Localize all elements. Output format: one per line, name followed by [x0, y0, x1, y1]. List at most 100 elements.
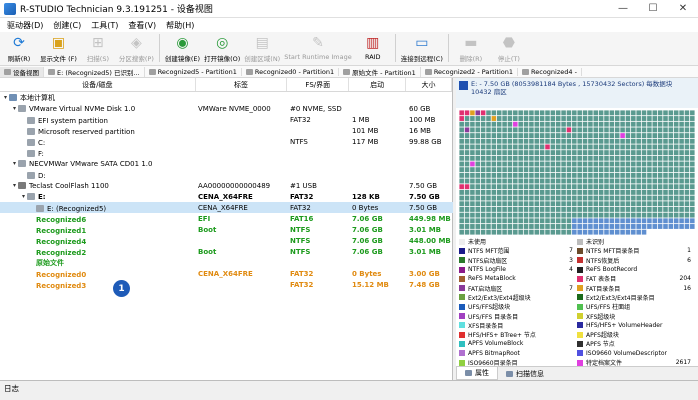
column-header-3[interactable]: 启动: [349, 78, 407, 91]
disk-block: [625, 110, 631, 116]
table-row[interactable]: EFI system partition FAT32 1 MB 100 MB: [0, 114, 453, 125]
disk-block: [631, 229, 636, 235]
disk-block: [518, 144, 523, 150]
disk-block: [657, 195, 663, 201]
disk-block: [593, 195, 599, 201]
legend-label: APFS 节点: [586, 341, 615, 349]
disk-block: [480, 178, 486, 184]
maximize-icon[interactable]: ☐: [638, 0, 668, 18]
table-row[interactable]: ▾ Teclast CoolFlash 1100 AA00000000000489 #…: [0, 180, 453, 191]
table-row[interactable]: ▾ 本地计算机: [0, 92, 453, 103]
disk-block: [690, 229, 695, 235]
legend-swatch: [459, 275, 465, 282]
disk-block: [604, 224, 609, 229]
disk-block: [550, 218, 556, 224]
disk-block: [614, 121, 620, 127]
toolbar-button-6[interactable]: ▤ 创建区域(N): [242, 34, 282, 63]
menu-item-3[interactable]: 查看(V): [123, 20, 161, 31]
disk-block: [620, 110, 625, 116]
table-row[interactable]: E: (Recognized5) CENA_X64FRE FAT32 0 Bytes 7…: [0, 202, 453, 213]
breadcrumb-tab-4[interactable]: 原始文件 - Partition1: [339, 66, 421, 77]
table-row[interactable]: ▾ E: CENA_X64FRE FAT32 128 KB 7.50 GB: [0, 191, 453, 202]
disk-block: [502, 184, 507, 190]
toolbar-button-11[interactable]: ⬣ 停止(T): [490, 34, 528, 63]
menu-item-0[interactable]: 驱动器(D): [2, 20, 48, 31]
chevron-down-icon[interactable]: ▾: [11, 105, 18, 112]
table-row[interactable]: Recognized3 FAT32 15.12 MB 7.48 GB: [0, 279, 453, 290]
toolbar-button-7[interactable]: ✎ Start Runtime Image: [282, 34, 354, 61]
tab-icon: [506, 370, 513, 377]
table-row[interactable]: F:: [0, 147, 453, 158]
table-row[interactable]: Recognized2 Boot NTFS 7.06 GB 3.01 MB: [0, 246, 453, 257]
legend-swatch: [459, 285, 465, 292]
disk-block: [464, 229, 470, 235]
disk-block: [572, 184, 577, 190]
column-header-2[interactable]: FS/界面: [287, 78, 350, 91]
table-row[interactable]: Recognized1 Boot NTFS 7.06 GB 3.01 MB: [0, 224, 453, 235]
disk-block: [652, 144, 658, 150]
disk-block: [636, 172, 641, 178]
disk-block: [464, 212, 470, 218]
table-row[interactable]: Recognized4 NTFS 7.06 GB 448.00 MB: [0, 235, 453, 246]
toolbar-button-9[interactable]: ▭ 连接到远程(C): [399, 34, 445, 63]
table-row[interactable]: Microsoft reserved partition 101 MB 16 MB: [0, 125, 453, 136]
disk-block: [620, 195, 625, 201]
device-name: Recognized1: [36, 226, 87, 235]
column-header-4[interactable]: 大小: [406, 78, 452, 91]
menu-item-4[interactable]: 帮助(H): [161, 20, 199, 31]
toolbar-button-5[interactable]: ◎ 打开镜像(O): [202, 34, 242, 63]
chevron-down-icon[interactable]: ▾: [2, 94, 9, 101]
chevron-down-icon[interactable]: ▾: [20, 193, 27, 200]
disk-block: [647, 218, 652, 224]
breadcrumb-tab-6[interactable]: Recognized4 -: [518, 67, 582, 76]
disk-block: [464, 218, 470, 224]
disk-block: [480, 161, 486, 167]
disk-block: [561, 144, 566, 150]
menu-item-1[interactable]: 创建(C): [48, 20, 86, 31]
toolbar-button-10[interactable]: ▬ 删除(R): [452, 34, 490, 63]
breadcrumb-tab-0[interactable]: 设备视图: [0, 66, 44, 77]
close-icon[interactable]: ✕: [668, 0, 698, 18]
disk-block: [480, 229, 486, 235]
toolbar-button-8[interactable]: ▥ RAID: [354, 34, 392, 61]
tab-1[interactable]: 扫描信息: [498, 367, 552, 380]
tab-0[interactable]: 属性: [456, 367, 498, 380]
disk-block: [631, 184, 636, 190]
disk-block: [631, 121, 636, 127]
disk-block: [534, 116, 540, 121]
chevron-down-icon[interactable]: ▾: [11, 182, 18, 189]
disk-block: [684, 195, 690, 201]
table-row[interactable]: D:: [0, 169, 453, 180]
toolbar-button-3[interactable]: ◈ 分区搜索(P): [117, 34, 156, 63]
breadcrumb-tab-2[interactable]: Recognized5 - Partition1: [145, 67, 242, 76]
breadcrumb-tab-3[interactable]: Recognized0 - Partition1: [242, 67, 340, 76]
cell-label: Boot: [198, 225, 217, 234]
column-header-1[interactable]: 标签: [196, 78, 288, 91]
breadcrumb-tab-5[interactable]: Recognized2 - Partition1: [421, 67, 519, 76]
menu-item-2[interactable]: 工具(T): [86, 20, 123, 31]
toolbar-button-0[interactable]: ⟳ 刷新(R): [0, 34, 38, 63]
disk-block: [491, 121, 497, 127]
table-row[interactable]: C: NTFS 117 MB 99.88 GB: [0, 136, 453, 147]
disk-block: [609, 161, 615, 167]
table-row[interactable]: Recognized6 EFI FAT16 7.06 GB 449.98 MB: [0, 213, 453, 224]
disk-block: [480, 155, 486, 161]
table-row[interactable]: ▾ VMware Virtual NVMe Disk 1.0 VMWare NVME…: [0, 103, 453, 114]
disk-block: [652, 161, 658, 167]
chevron-down-icon[interactable]: ▾: [11, 160, 18, 167]
table-row[interactable]: Recognized0 CENA_X64FRE FAT32 0 Bytes 3.00 G…: [0, 268, 453, 279]
disk-block: [486, 206, 491, 212]
toolbar-button-1[interactable]: ▣ 显示文件 (F): [38, 34, 79, 63]
toolbar-button-2[interactable]: ⊞ 扫描(S): [79, 34, 117, 63]
disk-block: [470, 110, 475, 116]
toolbar-button-4[interactable]: ◉ 创建镜像(E): [163, 34, 202, 63]
column-header-0[interactable]: 设备/磁盘: [0, 78, 196, 91]
disk-block: [470, 195, 475, 201]
table-row[interactable]: ▾ NECVMWar VMware SATA CD01 1.0: [0, 158, 453, 169]
disk-block: [518, 138, 523, 144]
cell-start: 15.12 MB: [352, 280, 389, 289]
disk-block: [673, 150, 679, 156]
breadcrumb-tab-1[interactable]: E: (Recognized5) 已识别...: [44, 66, 145, 77]
minimize-icon[interactable]: —: [608, 0, 638, 18]
table-row[interactable]: 原始文件: [0, 257, 453, 268]
